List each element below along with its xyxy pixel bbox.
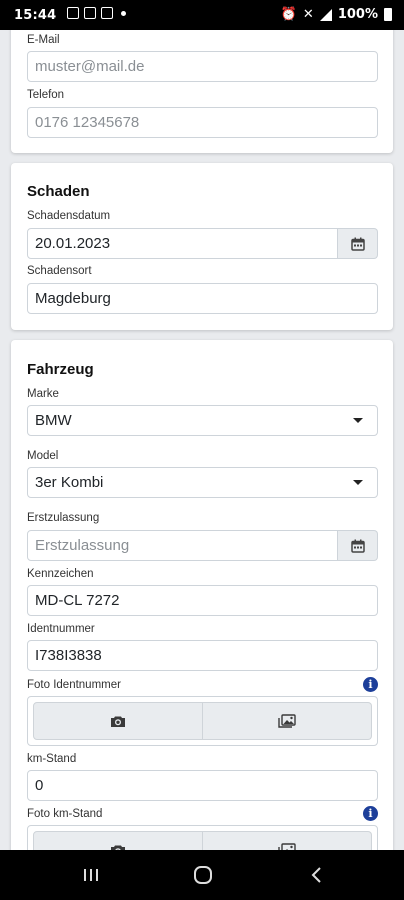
camera-icon [111, 716, 125, 727]
home-icon [194, 866, 212, 884]
notification-icons [67, 7, 126, 19]
app-notification-icon [84, 7, 96, 19]
phone-label: Telefon [27, 89, 65, 101]
damage-place-field[interactable]: Magdeburg [27, 283, 378, 314]
email-label: E-Mail [27, 34, 60, 46]
back-button[interactable] [287, 860, 347, 890]
km-gallery-button[interactable] [203, 831, 372, 850]
registration-label: Erstzulassung [27, 512, 100, 524]
gallery-icon [278, 843, 296, 850]
status-time: 15:44 [14, 8, 57, 23]
system-nav-bar [0, 850, 404, 900]
model-select[interactable]: 3er Kombi [27, 467, 378, 498]
damage-date-label: Schadensdatum [27, 210, 111, 222]
status-bar: 15:44 ⏰ ✕ 100% [0, 0, 404, 30]
km-label: km-Stand [27, 753, 77, 765]
email-field[interactable]: muster@mail.de [27, 51, 378, 82]
mail-notification-icon [101, 7, 113, 19]
vehicle-card: Fahrzeug Marke BMW Model 3er Kombi Erstz… [11, 340, 393, 850]
contact-card: E-Mail muster@mail.de Telefon 0176 12345… [11, 30, 393, 153]
plate-label: Kennzeichen [27, 568, 94, 580]
vin-camera-button[interactable] [33, 702, 203, 740]
recent-apps-button[interactable] [61, 860, 121, 890]
back-icon [311, 867, 321, 883]
km-camera-button[interactable] [33, 831, 203, 850]
gallery-icon [278, 714, 296, 728]
km-field[interactable]: 0 [27, 770, 378, 801]
vin-label: Identnummer [27, 623, 95, 635]
gallery-notification-icon [67, 7, 79, 19]
model-label: Model [27, 450, 59, 462]
plate-field[interactable]: MD-CL 7272 [27, 585, 378, 616]
brand-select[interactable]: BMW [27, 405, 378, 436]
registration-field[interactable]: Erstzulassung [27, 530, 338, 561]
brand-label: Marke [27, 388, 59, 400]
damage-card: Schaden Schadensdatum 20.01.2023 Schaden… [11, 163, 393, 330]
vin-gallery-button[interactable] [203, 702, 372, 740]
damage-date-field[interactable]: 20.01.2023 [27, 228, 338, 259]
km-photo-group [27, 825, 378, 850]
km-photo-label: Foto km-Stand [27, 808, 103, 820]
registration-group: Erstzulassung [27, 530, 378, 561]
phone-field[interactable]: 0176 12345678 [27, 107, 378, 138]
battery-icon [384, 8, 392, 21]
vin-photo-label: Foto Identnummer [27, 679, 121, 691]
chevron-down-icon [353, 418, 363, 423]
damage-heading: Schaden [27, 183, 90, 200]
signal-icon [319, 8, 332, 21]
vehicle-heading: Fahrzeug [27, 361, 94, 378]
mute-icon: ✕ [302, 7, 314, 22]
calendar-icon [350, 237, 365, 251]
info-icon[interactable]: i [363, 677, 378, 692]
brand-value: BMW [35, 412, 72, 429]
registration-calendar-button[interactable] [338, 530, 378, 561]
vin-field[interactable]: I738I3838 [27, 640, 378, 671]
vin-photo-group [27, 696, 378, 746]
alarm-icon: ⏰ [280, 7, 297, 22]
damage-date-group: 20.01.2023 [27, 228, 378, 259]
chevron-down-icon [353, 480, 363, 485]
damage-date-calendar-button[interactable] [338, 228, 378, 259]
battery-percent: 100% [337, 7, 378, 22]
recent-apps-icon [84, 869, 98, 881]
calendar-icon [350, 539, 365, 553]
more-notifications-icon [121, 10, 126, 16]
model-value: 3er Kombi [35, 474, 104, 491]
damage-place-label: Schadensort [27, 265, 92, 277]
form-screen[interactable]: E-Mail muster@mail.de Telefon 0176 12345… [0, 30, 404, 850]
system-icons: ⏰ ✕ 100% [281, 7, 392, 22]
info-icon[interactable]: i [363, 806, 378, 821]
home-button[interactable] [173, 860, 233, 890]
